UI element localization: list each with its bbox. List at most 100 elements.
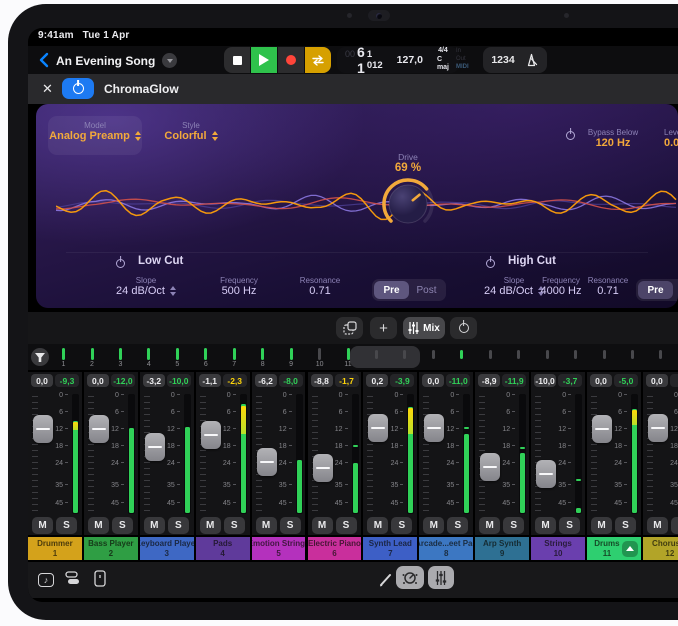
copy-settings-button[interactable]	[336, 317, 363, 339]
low-cut-power-button[interactable]	[116, 255, 125, 273]
overview-track-tick[interactable]	[659, 350, 662, 359]
overview-track-tick[interactable]	[460, 350, 463, 359]
solo-button[interactable]: S	[56, 517, 77, 534]
volume-readout[interactable]: -3,2	[143, 374, 165, 387]
track-name-tab[interactable]: Synth Lead7	[363, 537, 417, 560]
volume-readout[interactable]: 0,0	[590, 374, 612, 387]
volume-readout[interactable]: 0,0	[87, 374, 109, 387]
overview-track-tick[interactable]	[574, 350, 577, 359]
overview-selection-pill[interactable]	[350, 346, 420, 368]
plugins-icon[interactable]	[64, 570, 80, 586]
volume-readout[interactable]: 0,0	[31, 374, 53, 387]
solo-button[interactable]: S	[615, 517, 636, 534]
solo-button[interactable]: S	[112, 517, 133, 534]
fader-handle[interactable]	[480, 453, 500, 481]
track-name-tab[interactable]: Bass Player2	[84, 537, 138, 560]
bypass-power-button[interactable]	[566, 127, 575, 145]
high-cut-power-button[interactable]	[486, 255, 495, 273]
mute-button[interactable]: M	[591, 517, 612, 534]
volume-readout[interactable]: 0,0	[422, 374, 444, 387]
play-button[interactable]	[251, 47, 277, 73]
fader-handle[interactable]	[536, 460, 556, 488]
model-selector[interactable]: Model Analog Preamp	[48, 116, 142, 155]
collapse-chevron-button[interactable]	[622, 541, 638, 557]
mix-view-button[interactable]: Mix	[403, 317, 445, 339]
mute-button[interactable]: M	[312, 517, 333, 534]
loops-browser-icon[interactable]: ♪	[36, 570, 56, 590]
cycle-button[interactable]	[305, 47, 331, 73]
mixer-faders-button[interactable]	[428, 566, 454, 589]
fader-handle[interactable]	[424, 414, 444, 442]
overview-track-tick[interactable]	[233, 348, 236, 360]
solo-button[interactable]: S	[671, 517, 678, 534]
keyboard-icon[interactable]	[94, 570, 106, 587]
overview-track-tick[interactable]	[517, 350, 520, 359]
solo-button[interactable]: S	[391, 517, 412, 534]
fader-handle[interactable]	[89, 415, 109, 443]
mute-button[interactable]: M	[647, 517, 668, 534]
volume-readout[interactable]: -8,9	[478, 374, 500, 387]
stop-button[interactable]	[224, 47, 250, 73]
solo-button[interactable]: S	[559, 517, 580, 534]
plugin-power-button[interactable]	[62, 78, 94, 99]
track-name-tab[interactable]: Emotion Strings5	[252, 537, 306, 560]
overview-track-tick[interactable]	[432, 350, 435, 359]
overview-track-tick[interactable]	[290, 348, 293, 360]
volume-readout[interactable]: 0,0	[646, 374, 668, 387]
mute-button[interactable]: M	[479, 517, 500, 534]
track-name-tab[interactable]: Chorus V12	[643, 537, 678, 560]
controls-knob-button[interactable]	[396, 566, 424, 589]
overview-track-tick[interactable]	[91, 348, 94, 360]
post-option[interactable]: Post	[409, 281, 444, 299]
overview-track-tick[interactable]	[318, 348, 321, 360]
overview-track-tick[interactable]	[147, 348, 150, 360]
overview-track-tick[interactable]	[204, 348, 207, 360]
overview-track-tick[interactable]	[347, 348, 350, 360]
filter-button[interactable]	[31, 348, 49, 366]
overview-track-tick[interactable]	[176, 348, 179, 360]
track-name-tab[interactable]: Arcade...eet Pad8	[419, 537, 473, 560]
volume-readout[interactable]: -10,0	[534, 374, 556, 387]
solo-button[interactable]: S	[280, 517, 301, 534]
volume-readout[interactable]: -8,8	[311, 374, 333, 387]
add-plugin-button[interactable]: +	[370, 317, 397, 339]
metronome-icon[interactable]	[524, 53, 539, 67]
overview-track-tick[interactable]	[603, 350, 606, 359]
close-icon[interactable]: ✕	[42, 81, 53, 97]
overview-track-tick[interactable]	[375, 350, 378, 359]
volume-readout[interactable]: -6,2	[255, 374, 277, 387]
mute-button[interactable]: M	[144, 517, 165, 534]
bypass-below-control[interactable]: Bypass Below 120 Hz	[582, 128, 644, 149]
record-button[interactable]	[278, 47, 304, 73]
drive-knob[interactable]	[379, 175, 437, 233]
overview-track-tick[interactable]	[261, 348, 264, 360]
volume-readout[interactable]: -1,1	[199, 374, 221, 387]
mute-button[interactable]: M	[256, 517, 277, 534]
fader-handle[interactable]	[33, 415, 53, 443]
style-selector[interactable]: Style Colorful	[156, 121, 226, 142]
fader-handle[interactable]	[592, 415, 612, 443]
solo-button[interactable]: S	[503, 517, 524, 534]
song-title-menu[interactable]: An Evening Song	[56, 53, 177, 68]
overview-track-tick[interactable]	[119, 348, 122, 360]
high-cut-resonance[interactable]: Resonance 0.71	[576, 276, 640, 297]
mute-button[interactable]: M	[200, 517, 221, 534]
mute-button[interactable]: M	[367, 517, 388, 534]
mixer-power-button[interactable]	[450, 317, 477, 339]
edit-pencil-icon[interactable]	[378, 572, 394, 588]
fader-handle[interactable]	[368, 414, 388, 442]
fader-handle[interactable]	[145, 433, 165, 461]
fader-handle[interactable]	[257, 448, 277, 476]
track-name-tab[interactable]: Strings10	[531, 537, 585, 560]
pre-option[interactable]: Pre	[638, 281, 673, 299]
mute-button[interactable]: M	[535, 517, 556, 534]
track-name-tab[interactable]: Arp Synth9	[475, 537, 529, 560]
track-name-tab[interactable]: Drums11	[587, 537, 641, 560]
count-in-button[interactable]: 1234	[491, 54, 514, 66]
level-control[interactable]: Level 0.0	[654, 128, 678, 149]
lcd-display[interactable]: 00 6 1 1 012 127,0 4/4 C maj In Out MIDI	[337, 47, 459, 73]
track-name-tab[interactable]: Electric Piano6	[308, 537, 362, 560]
track-name-tab[interactable]: Pads4	[196, 537, 250, 560]
solo-button[interactable]: S	[224, 517, 245, 534]
solo-button[interactable]: S	[168, 517, 189, 534]
